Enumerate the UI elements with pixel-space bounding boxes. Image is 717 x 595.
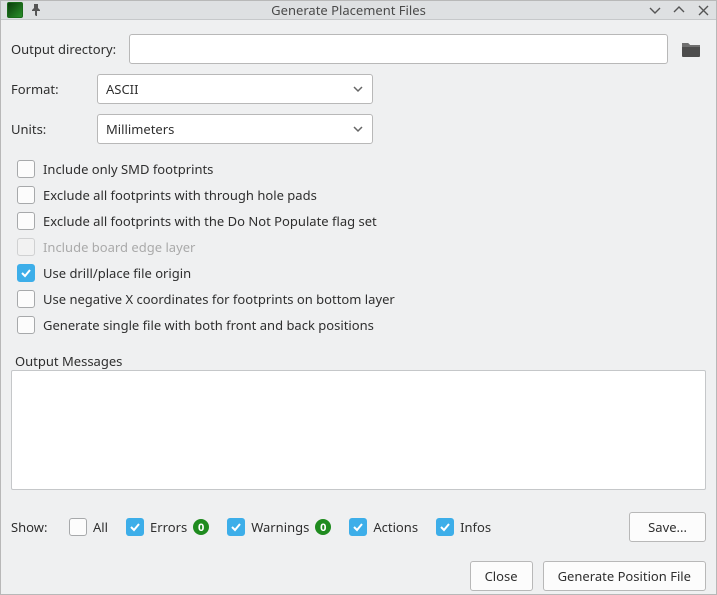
output-messages-area bbox=[11, 370, 706, 490]
output-directory-input[interactable] bbox=[129, 34, 668, 64]
browse-folder-button[interactable] bbox=[676, 34, 706, 64]
output-messages-title: Output Messages bbox=[13, 352, 124, 370]
filter-warnings-label: Warnings bbox=[251, 518, 309, 536]
save-messages-button[interactable]: Save... bbox=[629, 512, 706, 542]
exclude-tht-label: Exclude all footprints with through hole… bbox=[43, 186, 317, 204]
only-smd-checkbox[interactable] bbox=[17, 160, 35, 178]
neg-x-bottom-label: Use negative X coordinates for footprint… bbox=[43, 290, 395, 308]
dialog-footer: Close Generate Position File bbox=[1, 550, 716, 595]
drill-origin-checkbox[interactable] bbox=[17, 264, 35, 282]
show-label: Show: bbox=[11, 518, 51, 536]
filter-infos-checkbox[interactable] bbox=[436, 518, 454, 536]
exclude-dnp-checkbox[interactable] bbox=[17, 212, 35, 230]
filter-all-label: All bbox=[93, 518, 108, 536]
window-title: Generate Placement Files bbox=[49, 1, 648, 19]
drill-origin-label: Use drill/place file origin bbox=[43, 264, 191, 282]
single-file-label: Generate single file with both front and… bbox=[43, 316, 374, 334]
format-value: ASCII bbox=[106, 80, 352, 98]
chevron-down-icon bbox=[352, 83, 364, 95]
neg-x-bottom-checkbox[interactable] bbox=[17, 290, 35, 308]
format-dropdown[interactable]: ASCII bbox=[97, 74, 373, 104]
generate-position-file-button[interactable]: Generate Position File bbox=[543, 561, 706, 591]
errors-count-badge: 0 bbox=[193, 519, 209, 535]
maximize-icon[interactable] bbox=[672, 3, 686, 17]
filter-errors-checkbox[interactable] bbox=[126, 518, 144, 536]
output-directory-label: Output directory: bbox=[11, 40, 121, 58]
format-label: Format: bbox=[11, 80, 79, 98]
warnings-count-badge: 0 bbox=[315, 519, 331, 535]
board-edge-label: Include board edge layer bbox=[43, 238, 195, 256]
units-value: Millimeters bbox=[106, 120, 352, 138]
chevron-down-icon bbox=[352, 123, 364, 135]
filter-errors-label: Errors bbox=[150, 518, 187, 536]
options-list: Include only SMD footprints Exclude all … bbox=[11, 160, 706, 334]
close-icon[interactable] bbox=[696, 3, 710, 17]
single-file-checkbox[interactable] bbox=[17, 316, 35, 334]
board-edge-checkbox bbox=[17, 238, 35, 256]
app-icon bbox=[7, 2, 23, 18]
filter-warnings-checkbox[interactable] bbox=[227, 518, 245, 536]
pin-icon[interactable] bbox=[29, 4, 43, 16]
filter-infos-label: Infos bbox=[460, 518, 491, 536]
filter-actions-checkbox[interactable] bbox=[349, 518, 367, 536]
minimize-icon[interactable] bbox=[648, 3, 662, 17]
filter-all-checkbox[interactable] bbox=[69, 518, 87, 536]
exclude-dnp-label: Exclude all footprints with the Do Not P… bbox=[43, 212, 377, 230]
window: Generate Placement Files Output director… bbox=[0, 0, 717, 595]
dialog-content: Output directory: Format: ASCII Units: M… bbox=[1, 20, 716, 550]
filter-actions-label: Actions bbox=[373, 518, 418, 536]
units-label: Units: bbox=[11, 120, 79, 138]
units-dropdown[interactable]: Millimeters bbox=[97, 114, 373, 144]
only-smd-label: Include only SMD footprints bbox=[43, 160, 213, 178]
exclude-tht-checkbox[interactable] bbox=[17, 186, 35, 204]
close-button[interactable]: Close bbox=[470, 561, 533, 591]
titlebar: Generate Placement Files bbox=[1, 1, 716, 20]
